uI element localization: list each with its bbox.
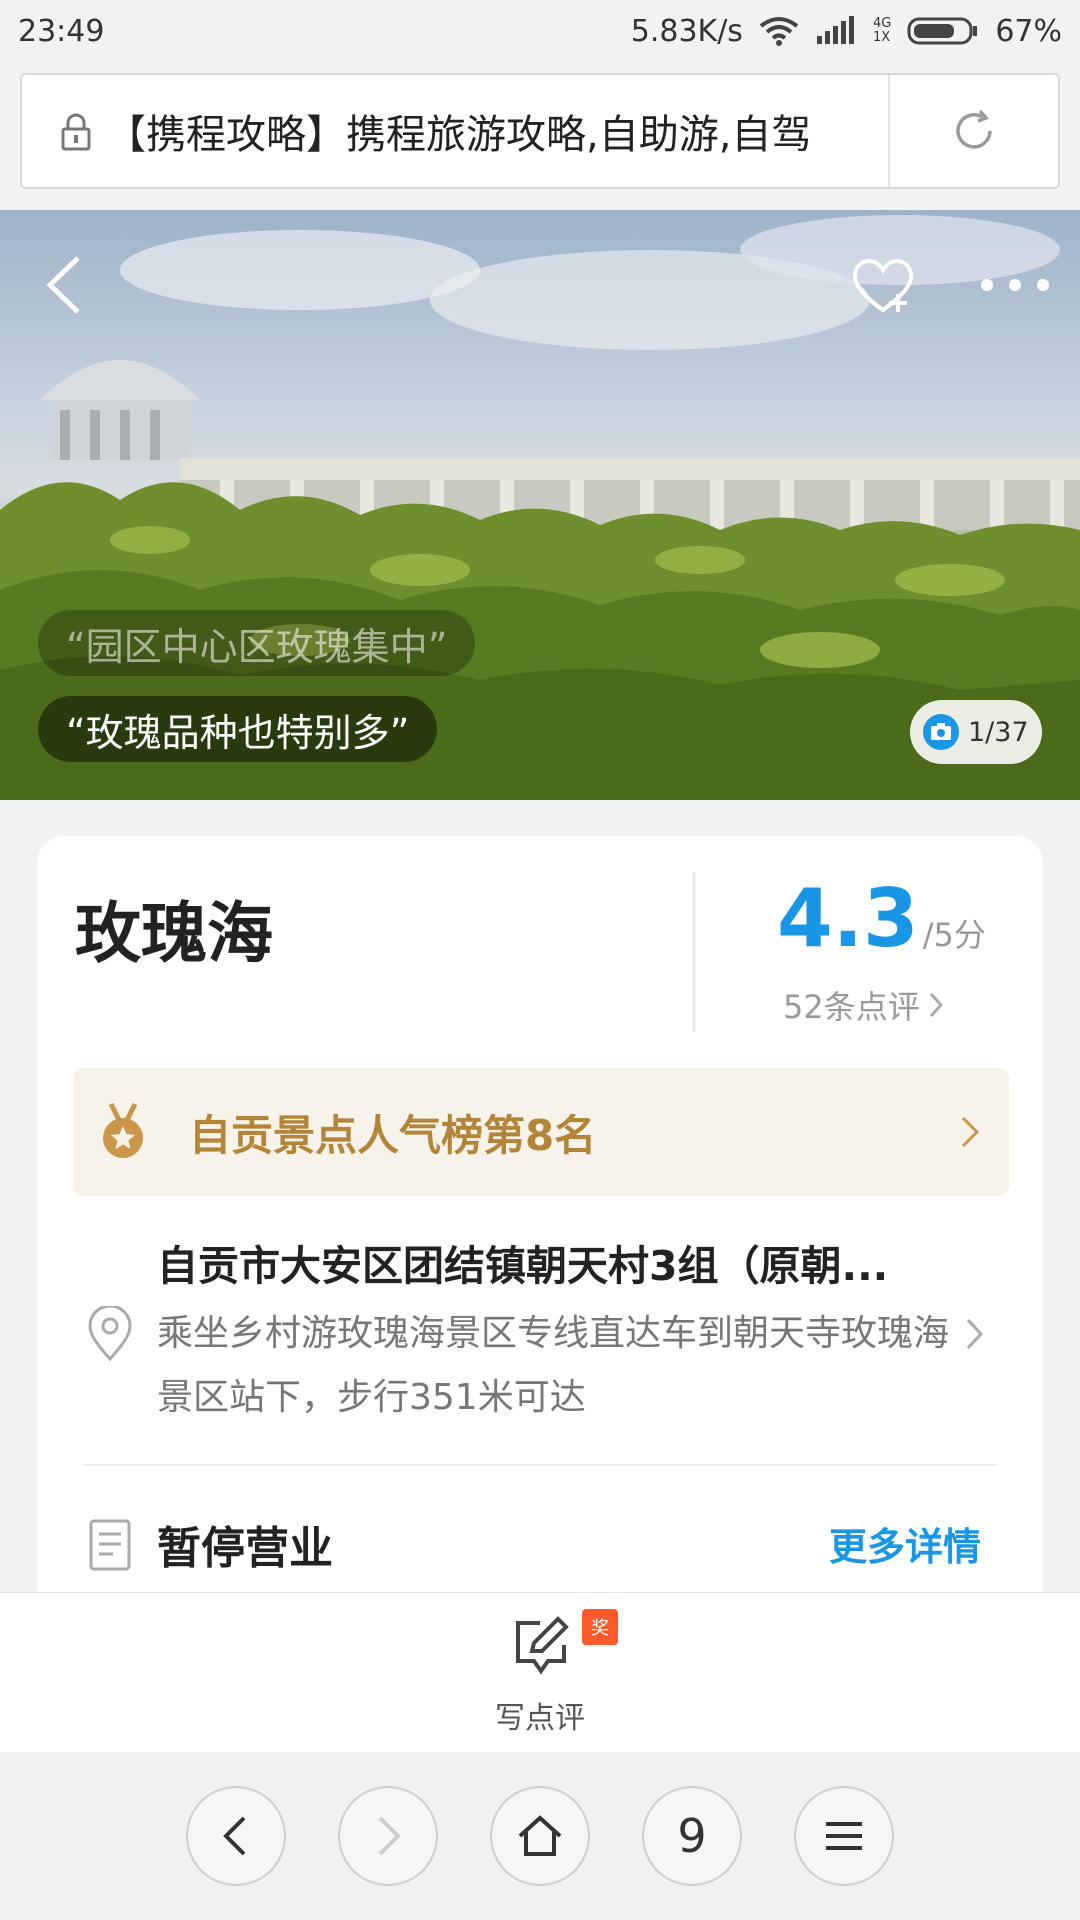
nav-tabs-button[interactable]: 9 (642, 1786, 742, 1886)
lock-icon (61, 113, 91, 151)
back-icon (223, 1816, 246, 1856)
title-divider (693, 872, 695, 1032)
rating-score: 4.3 /5分 (777, 872, 986, 965)
favorite-add-icon[interactable] (848, 250, 918, 320)
url-text[interactable]: 【携程攻略】携程旅游攻略,自助游,自驾 (96, 102, 888, 160)
photo-count: 1/37 (968, 716, 1029, 748)
status-indicators: 5.83K/s 4G 1X 67% (631, 14, 1062, 49)
reviews-link[interactable]: 52条点评 (783, 982, 944, 1028)
nav-home-button[interactable] (490, 1786, 590, 1886)
address-title[interactable]: 自贡市大安区团结镇朝天村3组（原朝... (157, 1232, 977, 1292)
network-type: 4G 1X (872, 16, 892, 45)
rating-unit: /5分 (922, 916, 986, 954)
document-icon (89, 1519, 131, 1571)
photo-counter[interactable]: 1/37 (910, 700, 1042, 764)
write-review-label: 写点评 (495, 1701, 585, 1736)
back-arrow-icon[interactable] (40, 250, 90, 320)
write-review-bar[interactable]: 奖 写点评 (0, 1592, 1080, 1752)
address-bar[interactable]: 【携程攻略】携程旅游攻略,自助游,自驾 (20, 73, 1060, 189)
menu-icon (826, 1822, 862, 1850)
business-status: 暂停营业 (157, 1523, 333, 1574)
reload-button[interactable] (890, 75, 1058, 187)
battery-level: 67% (995, 13, 1062, 49)
nav-back-button[interactable] (186, 1786, 286, 1886)
chevron-right-icon[interactable] (963, 1316, 987, 1352)
chevron-right-icon (929, 992, 943, 1018)
reviews-count: 52条点评 (783, 988, 920, 1026)
prize-badge: 奖 (582, 1609, 618, 1645)
browser-nav-bar: 9 (0, 1752, 1080, 1920)
review-quote-1: “园区中心区玫瑰集中” (38, 610, 476, 676)
reload-icon (956, 109, 992, 149)
chevron-right-icon (961, 1116, 980, 1148)
location-pin-icon (88, 1306, 132, 1362)
more-details-link[interactable]: 更多详情 (829, 1516, 981, 1571)
wifi-icon (759, 17, 799, 46)
edit-icon (516, 1616, 569, 1675)
signal-icon (816, 16, 854, 44)
section-divider (83, 1464, 997, 1466)
forward-icon (378, 1816, 401, 1856)
ranking-banner[interactable]: 自贡景点人气榜第8名 (73, 1068, 1009, 1196)
directions-text[interactable]: 乘坐乡村游玫瑰海景区专线直达车到朝天寺玫瑰海景区站下，步行351米可达 (157, 1302, 977, 1430)
status-time: 23:49 (18, 13, 105, 49)
rating-number: 4.3 (777, 872, 919, 965)
status-bar: 23:49 5.83K/s 4G 1X 67% (0, 0, 1080, 62)
nav-forward-button[interactable] (338, 1786, 438, 1886)
network-speed: 5.83K/s (630, 13, 743, 49)
home-icon (518, 1815, 562, 1856)
ranking-text: 自贡景点人气榜第8名 (189, 1110, 597, 1160)
review-quote-2: “玫瑰品种也特别多” (38, 696, 438, 762)
poi-title: 玫瑰海 (75, 895, 273, 972)
nav-menu-button[interactable] (794, 1786, 894, 1886)
camera-icon (923, 714, 959, 750)
more-options-icon[interactable] (975, 270, 1055, 300)
medal-icon (103, 1102, 143, 1158)
battery-icon (907, 17, 978, 45)
